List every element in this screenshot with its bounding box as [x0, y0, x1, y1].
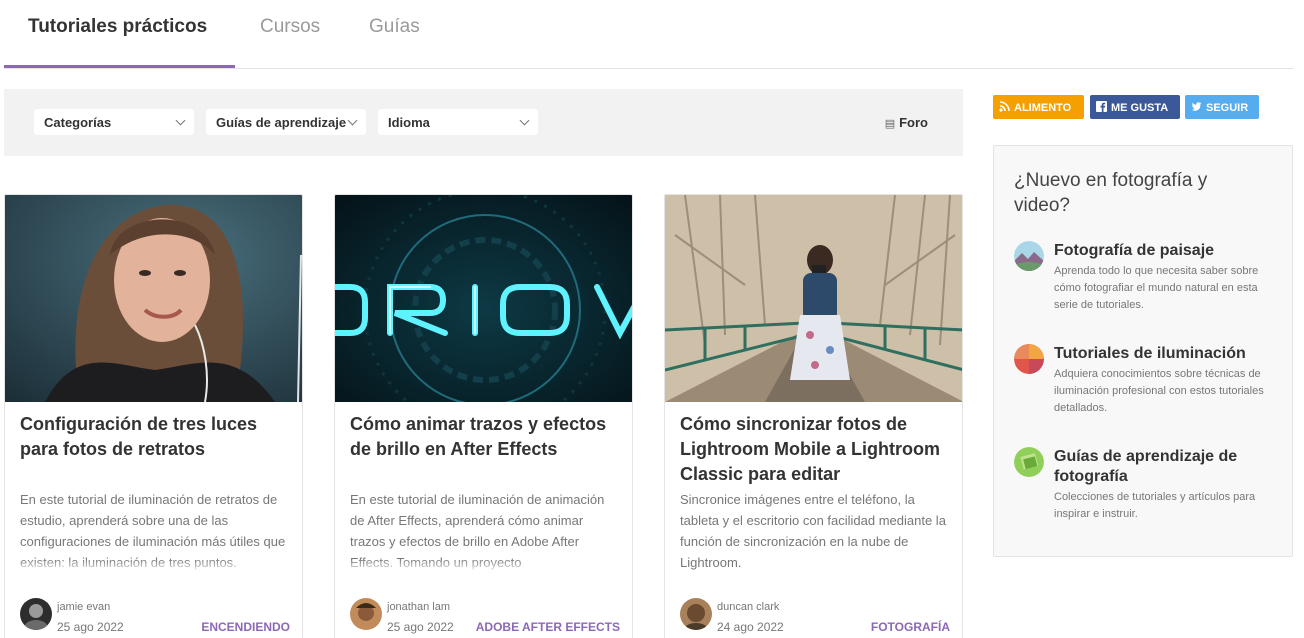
facebook-like-label: ME GUSTA: [1111, 102, 1169, 114]
rss-feed-label: ALIMENTO: [1014, 102, 1072, 114]
text-fade: [350, 559, 620, 573]
tutorial-thumbnail-orion[interactable]: [335, 195, 632, 402]
author-name[interactable]: duncan clark: [717, 601, 779, 613]
tutorial-title[interactable]: Cómo sincronizar fotos de Lightroom Mobi…: [680, 412, 950, 487]
rss-feed-button[interactable]: ALIMENTO: [993, 95, 1084, 119]
tab-tutoriales-practicos[interactable]: Tutoriales prácticos: [28, 16, 207, 38]
sidebar-item-description: Adquiera conocimientos sobre técnicas de…: [1054, 368, 1264, 414]
tutorial-title[interactable]: Configuración de tres luces para fotos d…: [20, 412, 290, 462]
language-select[interactable]: Idioma: [378, 109, 538, 135]
sidebar-item-title[interactable]: Guías de aprendizaje de fotografía: [1054, 447, 1274, 487]
sidebar-item-title[interactable]: Fotografía de paisaje: [1054, 241, 1274, 261]
panel-title: ¿Nuevo en fotografía y video?: [1014, 170, 1208, 216]
author-row: jamie evan 25 ago 2022 ENCENDIENDO: [20, 598, 290, 634]
filter-bar: Categorías Guías de aprendizaje Idioma ▤…: [4, 89, 963, 156]
author-row: jonathan lam 25 ago 2022 ADOBE AFTER EFF…: [350, 598, 620, 634]
tab-cursos[interactable]: Cursos: [260, 16, 320, 38]
avatar[interactable]: [350, 598, 382, 630]
avatar[interactable]: [680, 598, 712, 630]
twitter-icon: [1191, 102, 1202, 111]
twitter-follow-label: SEGUIR: [1206, 102, 1249, 114]
forum-icon: ▤: [884, 118, 896, 130]
chevron-down-icon: [519, 115, 530, 126]
tutorial-description: En este tutorial de iluminación de anima…: [350, 489, 620, 573]
tutorial-title[interactable]: Cómo animar trazos y efectos de brillo e…: [350, 412, 620, 462]
category-link[interactable]: ENCENDIENDO: [201, 620, 290, 634]
category-link[interactable]: FOTOGRAFÍA: [871, 620, 950, 634]
text-fade: [20, 559, 290, 573]
tutorial-description: En este tutorial de iluminación de retra…: [20, 489, 290, 573]
publish-date: 25 ago 2022: [387, 620, 454, 634]
learning-guides-select[interactable]: Guías de aprendizaje: [206, 109, 366, 135]
facebook-like-button[interactable]: ME GUSTA: [1090, 95, 1180, 119]
sidebar-item-description: Colecciones de tutoriales y artículos pa…: [1054, 491, 1256, 520]
forum-label: Foro: [899, 115, 928, 130]
tutorial-description-text: Sincronice imágenes entre el teléfono, l…: [680, 492, 946, 570]
sidebar-item-description: Aprenda todo lo que necesita saber sobre…: [1054, 265, 1259, 311]
category-link[interactable]: ADOBE AFTER EFFECTS: [476, 620, 620, 634]
landscape-icon: [1014, 241, 1044, 271]
categories-select-label: Categorías: [44, 115, 112, 130]
facebook-icon: [1096, 101, 1107, 112]
tab-guias[interactable]: Guías: [369, 16, 420, 38]
author-row: duncan clark 24 ago 2022 FOTOGRAFÍA: [680, 598, 950, 634]
forum-link[interactable]: ▤ Foro: [885, 115, 928, 130]
tab-bar: Tutoriales prácticos Cursos Guías: [4, 0, 1294, 69]
tutorial-card[interactable]: Cómo animar trazos y efectos de brillo e…: [334, 194, 633, 638]
new-to-photography-panel: ¿Nuevo en fotografía y video? Fotografía…: [993, 145, 1293, 557]
twitter-follow-button[interactable]: SEGUIR: [1185, 95, 1259, 119]
tutorial-card[interactable]: Configuración de tres luces para fotos d…: [4, 194, 303, 638]
chevron-down-icon: [347, 115, 358, 126]
author-name[interactable]: jamie evan: [57, 601, 110, 613]
sidebar-item-title[interactable]: Tutoriales de iluminación: [1054, 344, 1274, 364]
chevron-down-icon: [175, 115, 186, 126]
tutorial-description: Sincronice imágenes entre el teléfono, l…: [680, 489, 950, 573]
language-select-label: Idioma: [388, 115, 430, 130]
publish-date: 25 ago 2022: [57, 620, 124, 634]
avatar[interactable]: [20, 598, 52, 630]
learning-guides-select-label: Guías de aprendizaje: [216, 115, 347, 130]
lighting-icon: [1014, 344, 1044, 374]
categories-select[interactable]: Categorías: [34, 109, 194, 135]
tutorial-card[interactable]: Cómo sincronizar fotos de Lightroom Mobi…: [664, 194, 963, 638]
active-tab-indicator: [4, 65, 235, 68]
learning-guides-icon: [1014, 447, 1044, 477]
author-name[interactable]: jonathan lam: [387, 601, 450, 613]
rss-icon: [999, 101, 1010, 112]
tutorial-thumbnail-bridge[interactable]: [665, 195, 962, 402]
publish-date: 24 ago 2022: [717, 620, 784, 634]
tutorial-thumbnail-portrait[interactable]: [5, 195, 302, 402]
